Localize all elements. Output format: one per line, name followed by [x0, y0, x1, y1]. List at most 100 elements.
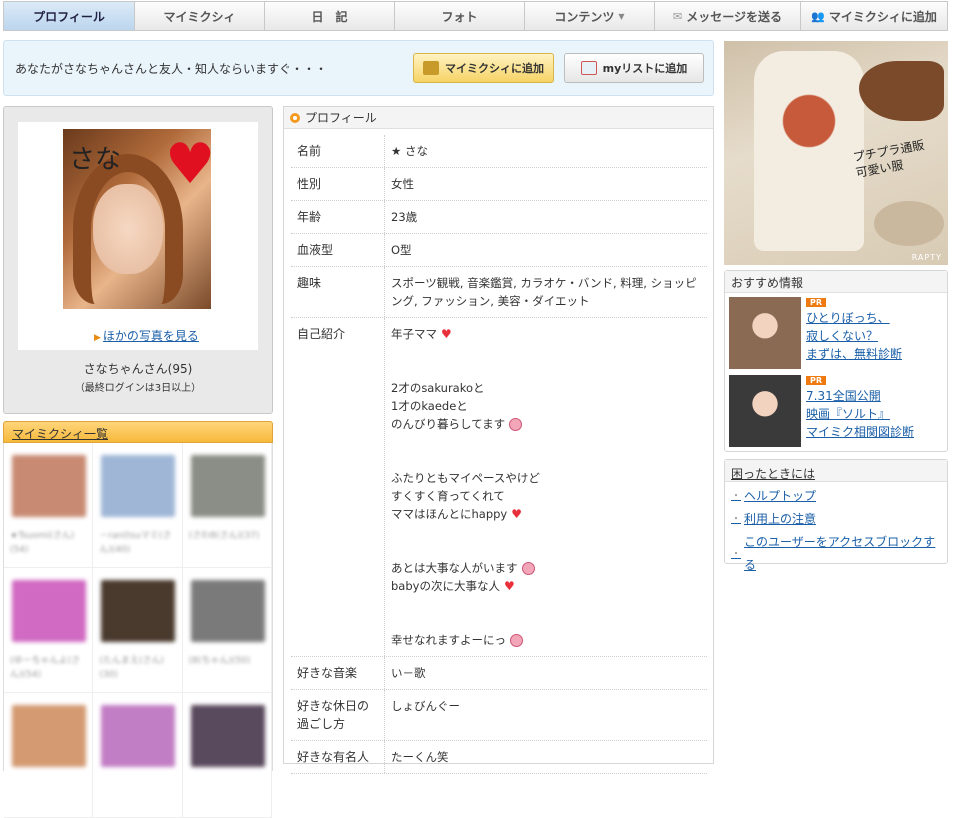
friend-name[interactable]: －ran(tsuマミ(さん)(40) — [99, 529, 179, 557]
recommend-link[interactable]: 寂しくない？ — [806, 327, 902, 345]
button-label: myリストに追加 — [602, 62, 688, 75]
help-link-row[interactable]: ・このユーザーをアクセスブロックする — [731, 531, 941, 577]
friend-item[interactable] — [93, 693, 183, 818]
pr-badge: PR — [806, 376, 827, 385]
friends-list-header: マイミクシィ一覧 — [3, 421, 273, 443]
ad-banner[interactable]: プチプラ通販 可愛い服 RAPTY — [724, 41, 948, 265]
friends-list-title[interactable]: マイミクシィ一覧 — [12, 427, 108, 441]
friend-name[interactable]: (8(ちゃん)(50) — [189, 654, 269, 668]
friend-item[interactable]: ★Tsuomi(さん)(54) — [4, 443, 94, 568]
help-link[interactable]: ヘルプトップ — [744, 485, 816, 508]
tab-photo[interactable]: フォト — [395, 2, 525, 30]
intro-line: あとは大事な人がいます — [391, 561, 518, 575]
add-mymixi-button[interactable]: マイミクシィに追加 — [413, 53, 554, 83]
users-icon — [423, 61, 439, 75]
ad-dress-image — [754, 51, 864, 251]
face-icon — [509, 418, 523, 431]
friend-item[interactable]: (さわ8(さん)(37) — [182, 443, 272, 568]
friend-name[interactable]: (さわ8(さん)(37) — [189, 529, 269, 543]
friend-invite-message: あなたがさなちゃんさんと友人・知人ならいますぐ・・・ — [15, 62, 328, 76]
recommend-box: おすすめ情報 PR ひとりぼっち、 寂しくない？ まずは、無料診断 PR 7.31全国公開… — [724, 270, 948, 452]
recommend-link[interactable]: ひとりぼっち、 — [806, 309, 902, 327]
friend-thumbnail[interactable] — [190, 705, 265, 767]
ad-shoe-image — [859, 61, 944, 121]
tab-add-mymixi[interactable]: 👥 マイミクシィに追加 — [801, 2, 947, 30]
help-title: 困ったときには — [725, 460, 947, 482]
intro-line: 年子ママ — [391, 327, 437, 341]
friend-thumbnail[interactable] — [101, 580, 176, 642]
intro-line: 1才のkaedeと — [391, 399, 468, 413]
intro-line: のんびり暮らしてます — [391, 417, 506, 431]
friend-thumbnail[interactable] — [101, 705, 176, 767]
profile-key: 血液型 — [291, 234, 385, 266]
profile-photo[interactable]: さな ♥ — [63, 129, 211, 309]
profile-key: 自己紹介 — [291, 318, 385, 656]
friend-thumbnail[interactable] — [12, 580, 86, 642]
heart-icon: ♥ — [503, 579, 515, 593]
intro-line: babyの次に大事な人 — [391, 579, 500, 593]
profile-value: たーくん笑 — [391, 750, 449, 764]
friend-item[interactable] — [4, 693, 94, 818]
users-icon: 👥 — [811, 9, 825, 23]
recommend-thumbnail[interactable] — [729, 375, 801, 447]
more-photos-label: ほかの写真を見る — [102, 329, 199, 343]
recommend-link[interactable]: まずは、無料診断 — [806, 345, 902, 363]
profile-panel-title: プロフィール — [305, 111, 377, 125]
tab-label: コンテンツ — [554, 9, 615, 24]
chevron-down-icon: ▼ — [618, 11, 625, 21]
friend-thumbnail[interactable] — [101, 455, 176, 517]
profile-panel-header: プロフィール — [284, 107, 713, 129]
help-link[interactable]: 利用上の注意 — [744, 508, 816, 531]
profile-card: さな ♥ ▶ ほかの写真を見る さなちゃんさん(95) （最終ログインは3日以上） — [3, 106, 273, 414]
friend-name[interactable]: ★Tsuomi(さん)(54) — [10, 529, 90, 557]
profile-value: 23歳 — [391, 210, 418, 224]
profile-row: 年齢 23歳 — [291, 201, 707, 234]
friend-item[interactable]: (ゆーちゃんよ(さん)(54) — [4, 568, 94, 693]
friend-name[interactable]: (たんまえ(さん)(30) — [99, 654, 179, 682]
bullet-icon: ・ — [731, 491, 741, 502]
profile-key: 趣味 — [291, 267, 385, 317]
tab-diary[interactable]: 日 記 — [265, 2, 395, 30]
friend-thumbnail[interactable] — [190, 580, 265, 642]
bullet-icon: ・ — [731, 514, 741, 525]
more-photos-link[interactable]: ▶ ほかの写真を見る — [94, 327, 199, 344]
tab-label: マイミクシィに追加 — [828, 9, 937, 24]
profile-key: 好きな休日の過ごし方 — [291, 690, 385, 740]
intro-line: ふたりともマイペースやけど — [391, 471, 540, 485]
profile-value: 女性 — [391, 177, 414, 191]
friend-name[interactable]: (ゆーちゃんよ(さん)(54) — [10, 654, 90, 682]
tab-mymixi[interactable]: マイミクシィ — [135, 2, 265, 30]
help-link-row[interactable]: ・利用上の注意 — [731, 508, 941, 531]
recommend-link[interactable]: 7.31全国公開 — [806, 387, 914, 405]
intro-line: ママはほんとにhappy — [391, 507, 508, 521]
friend-item[interactable] — [182, 693, 272, 818]
tab-label: マイミクシィ — [163, 9, 236, 24]
profile-row: 性別 女性 — [291, 168, 707, 201]
profile-photo-frame: さな ♥ ▶ ほかの写真を見る — [18, 122, 258, 350]
tab-profile[interactable]: プロフィール — [4, 2, 135, 30]
recommend-link[interactable]: 映画『ソルト』 — [806, 405, 914, 423]
friend-thumbnail[interactable] — [12, 455, 86, 517]
friend-thumbnail[interactable] — [12, 705, 86, 767]
tab-send-message[interactable]: ✉ メッセージを送る — [655, 2, 801, 30]
recommend-item[interactable]: PR ひとりぼっち、 寂しくない？ まずは、無料診断 — [728, 297, 946, 371]
profile-panel: プロフィール 名前 ★ さな 性別 女性 年齢 23歳 血液型 O型 趣味 スポーツ観戦, 音楽鑑… — [283, 106, 714, 774]
friends-list: ★Tsuomi(さん)(54) －ran(tsuマミ(さん)(40) (さわ8(さん… — [3, 443, 273, 818]
recommend-thumbnail[interactable] — [729, 297, 801, 369]
friend-thumbnail[interactable] — [190, 455, 265, 517]
friend-item[interactable]: －ran(tsuマミ(さん)(40) — [93, 443, 183, 568]
help-link[interactable]: このユーザーをアクセスブロックする — [744, 531, 941, 577]
profile-table: 名前 ★ さな 性別 女性 年齢 23歳 血液型 O型 趣味 スポーツ観戦, 音楽鑑賞, カラオケ… — [291, 135, 707, 774]
friend-item[interactable]: (8(ちゃん)(50) — [182, 568, 272, 693]
help-link-row[interactable]: ・ヘルプトップ — [731, 485, 941, 508]
profile-value: スポーツ観戦, 音楽鑑賞, カラオケ・バンド, 料理, ショッピング, ファッシ… — [391, 276, 697, 308]
tab-contents[interactable]: コンテンツ ▼ — [525, 2, 655, 30]
recommend-link[interactable]: マイミク相関図診断 — [806, 423, 914, 441]
help-box: 困ったときには ・ヘルプトップ・利用上の注意・このユーザーをアクセスブロックする — [724, 459, 948, 572]
user-name: さなちゃんさん(95) — [83, 362, 193, 376]
add-mylist-button[interactable]: myリストに追加 — [564, 53, 704, 83]
friend-item[interactable]: (たんまえ(さん)(30) — [93, 568, 183, 693]
tab-label: フォト — [441, 9, 478, 24]
recommend-item[interactable]: PR 7.31全国公開 映画『ソルト』 マイミク相関図診断 — [728, 375, 946, 449]
profile-value: ★ さな — [391, 144, 428, 158]
